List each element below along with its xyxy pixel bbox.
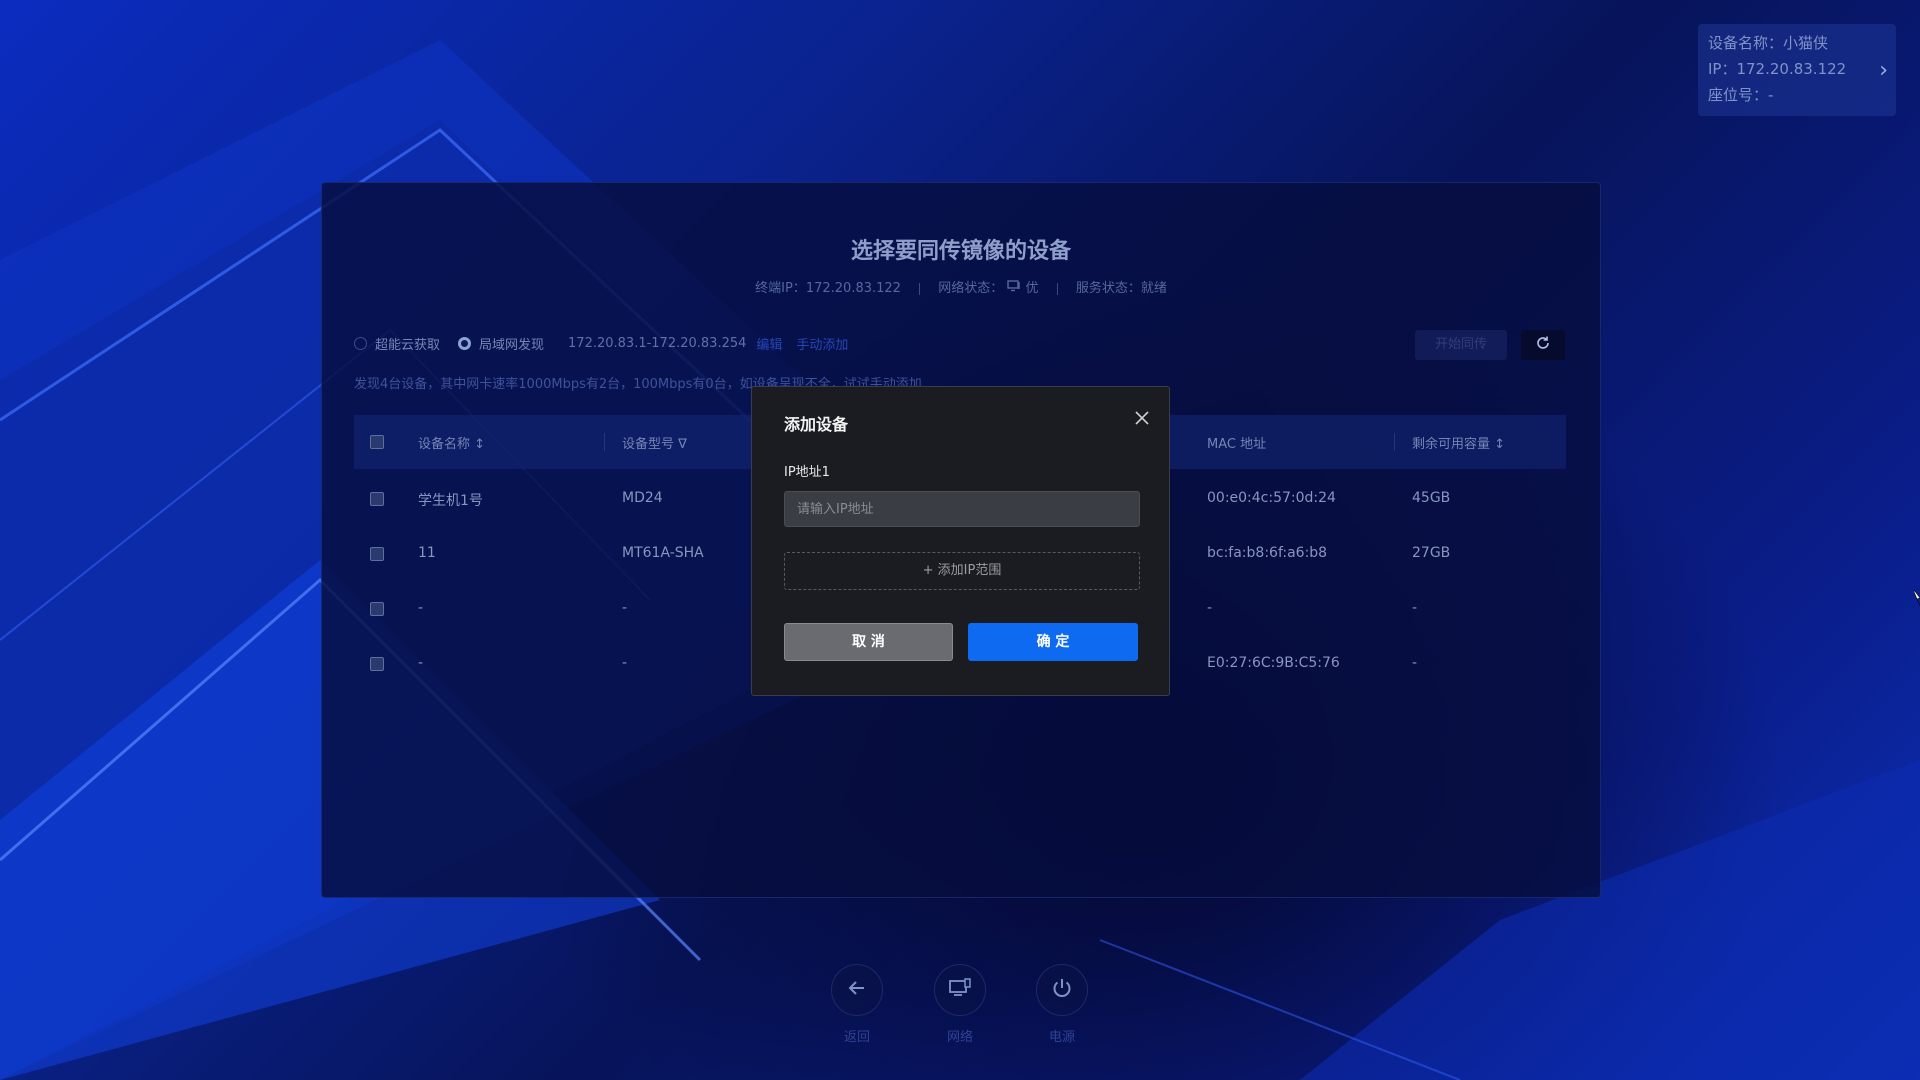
device-model-cell: - [622, 600, 628, 616]
refresh-icon [1535, 335, 1551, 356]
dialog-title: 添加设备 [784, 415, 849, 434]
device-name-cell: - [418, 655, 424, 671]
network-icon [948, 978, 972, 1002]
network-button[interactable] [934, 964, 986, 1016]
chevron-right-icon[interactable]: › [1879, 58, 1888, 83]
seat-number: 座位号：- [1708, 86, 1774, 104]
mac-cell: bc:fa:b8:6f:a6:b8 [1207, 545, 1328, 561]
header-mac: MAC 地址 [1207, 437, 1267, 452]
device-name-cell: 11 [418, 545, 436, 561]
divider [1056, 282, 1058, 295]
terminal-ip: 终端IP：172.20.83.122 [755, 281, 901, 296]
back-label: 返回 [843, 1030, 870, 1045]
device-model-cell: MD24 [622, 490, 663, 506]
capacity-cell: - [1412, 655, 1418, 671]
mode-lan-option[interactable]: 局域网发现 [458, 334, 544, 353]
capacity-cell: - [1412, 600, 1418, 616]
header-device-name[interactable]: 设备名称 ↕ [418, 433, 485, 452]
status-line: 终端IP：172.20.83.122 网络状态： 优 服务状态：就绪 [322, 277, 1600, 296]
mode-cloud-label: 超能云获取 [375, 337, 441, 353]
network-label: 网络 [946, 1030, 973, 1045]
capacity-cell: 45GB [1412, 490, 1451, 506]
add-device-dialog: 添加设备 IP地址1 + 添加IP范围 取 消 确 定 [751, 386, 1170, 696]
device-info-panel[interactable]: 设备名称：小猫侠 IP：172.20.83.122 座位号：- › [1698, 24, 1896, 116]
row-checkbox[interactable] [370, 657, 384, 671]
device-model-cell: MT61A-SHA [622, 545, 704, 561]
divider [919, 282, 921, 295]
network-status-value: 优 [1025, 281, 1039, 296]
ip-range: 172.20.83.1-172.20.83.254 [568, 335, 747, 351]
mode-lan-label: 局域网发现 [479, 337, 545, 353]
network-status-label: 网络状态： [938, 281, 1004, 296]
row-checkbox[interactable] [370, 547, 384, 561]
radio-lan[interactable] [458, 336, 472, 350]
header-capacity[interactable]: 剩余可用容量 ↕ [1412, 433, 1505, 452]
device-name-cell: - [418, 600, 424, 616]
refresh-button[interactable] [1521, 330, 1565, 360]
discovery-mode-row: 超能云获取 局域网发现 172.20.83.1-172.20.83.254 编辑… [354, 333, 862, 353]
network-small-icon [1007, 280, 1025, 296]
close-icon[interactable] [1131, 407, 1153, 429]
mac-cell: E0:27:6C:9B:C5:76 [1207, 655, 1340, 671]
device-name-cell: 学生机1号 [418, 493, 483, 509]
confirm-button[interactable]: 确 定 [968, 623, 1138, 661]
mac-cell: 00:e0:4c:57:0d:24 [1207, 490, 1336, 506]
mode-cloud-option[interactable]: 超能云获取 [354, 334, 440, 353]
divider [1394, 433, 1395, 451]
mouse-cursor-icon [1914, 590, 1920, 607]
row-checkbox[interactable] [370, 492, 384, 506]
power-button[interactable] [1036, 964, 1088, 1016]
page-title: 选择要同传镜像的设备 [850, 239, 1071, 264]
power-icon [1051, 977, 1073, 1003]
divider [604, 433, 605, 451]
arrow-left-icon [847, 978, 867, 1002]
mac-cell: - [1207, 600, 1213, 616]
back-button[interactable] [831, 964, 883, 1016]
row-checkbox[interactable] [370, 602, 384, 616]
cancel-button[interactable]: 取 消 [784, 623, 953, 661]
device-name: 设备名称：小猫侠 [1708, 34, 1829, 52]
edit-link[interactable]: 编辑 [756, 334, 782, 353]
capacity-cell: 27GB [1412, 545, 1451, 561]
start-transfer-button[interactable]: 开始同传 [1415, 330, 1507, 360]
header-device-model[interactable]: 设备型号 ∇ [622, 433, 687, 452]
device-model-cell: - [622, 655, 628, 671]
radio-cloud[interactable] [354, 336, 367, 350]
manual-add-link[interactable]: 手动添加 [796, 334, 848, 353]
power-label: 电源 [1048, 1030, 1075, 1045]
ip-address-input[interactable] [784, 491, 1140, 527]
select-all-checkbox[interactable] [370, 435, 384, 449]
ip-field-label: IP地址1 [784, 465, 830, 480]
service-status: 服务状态：就绪 [1075, 281, 1167, 296]
device-ip: IP：172.20.83.122 [1708, 60, 1847, 78]
add-ip-range-button[interactable]: + 添加IP范围 [784, 552, 1140, 590]
